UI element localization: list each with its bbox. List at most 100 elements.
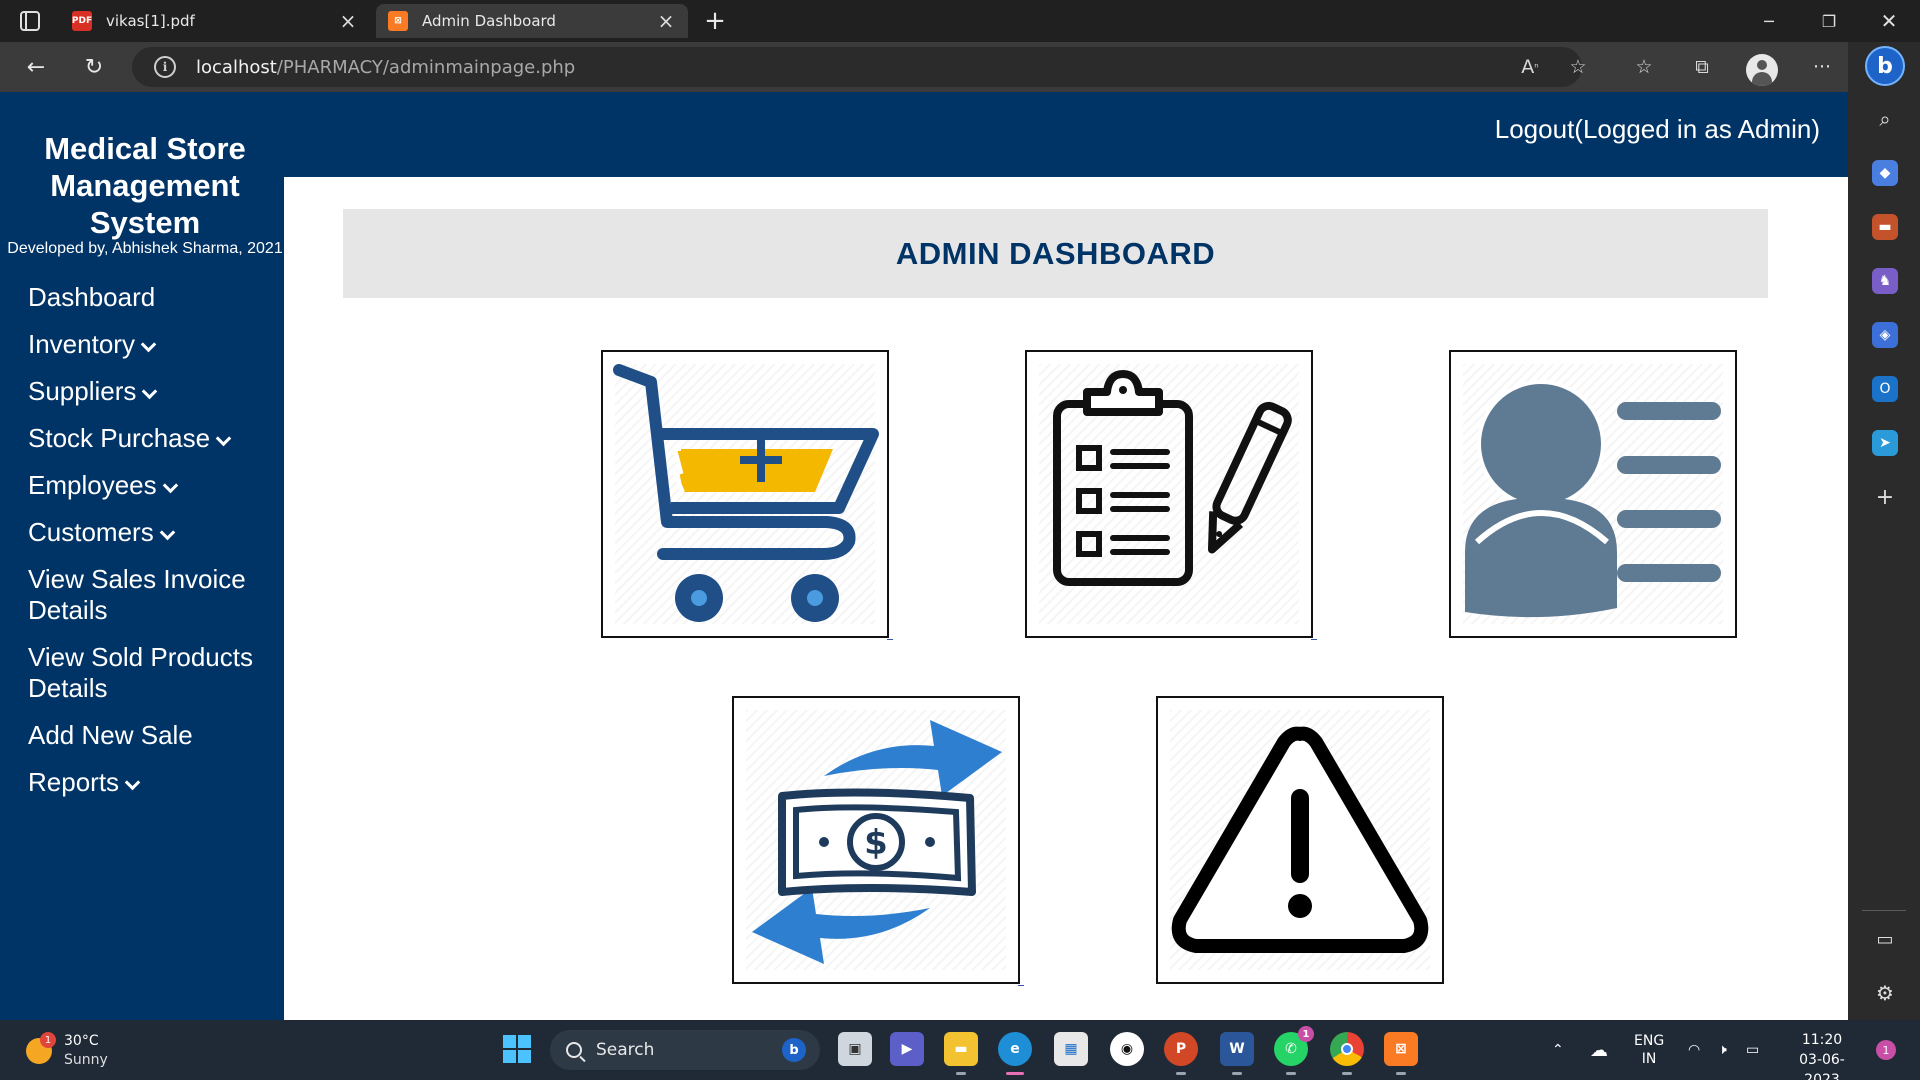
new-tab-icon[interactable]: + xyxy=(700,6,730,36)
edge-sidebar: b ⌕ ◆ ▬ ♞ ◈ O ➤ + ▭ ⚙ xyxy=(1848,42,1920,1020)
onedrive-icon[interactable]: ☁ xyxy=(1590,1020,1608,1080)
web-page: Logout(Logged in as Admin) Medical Store… xyxy=(0,92,1848,1020)
profile-avatar[interactable] xyxy=(1746,54,1778,86)
language-indicator[interactable]: ENG IN xyxy=(1634,1020,1664,1080)
task-view-icon[interactable]: ▣ xyxy=(838,1032,872,1066)
search-placeholder: Search xyxy=(596,1040,655,1060)
show-hidden-icons[interactable]: ⌃ xyxy=(1552,1020,1564,1080)
developer-credit: Developed by, Abhishek Sharma, 2021 xyxy=(7,240,283,257)
refresh-icon[interactable]: ↻ xyxy=(78,51,110,83)
minimize-icon[interactable]: ─ xyxy=(1740,0,1798,42)
sidebar-item-label: View Sales Invoice Details xyxy=(28,564,246,625)
xampp-icon[interactable]: ⊠ xyxy=(1384,1032,1418,1075)
word-icon[interactable]: W xyxy=(1220,1032,1254,1075)
language-code: ENG xyxy=(1634,1033,1665,1049)
tools-icon[interactable]: ▬ xyxy=(1872,214,1898,240)
info-icon[interactable]: i xyxy=(154,56,176,78)
address-bar[interactable]: i localhost/PHARMACY/adminmainpage.php xyxy=(132,47,1582,87)
sidebar-item-label: Employees xyxy=(28,470,157,500)
more-options-icon[interactable]: ··· xyxy=(1806,51,1838,83)
sidebar-item-label: Reports xyxy=(28,767,120,797)
wifi-icon[interactable]: ◠ xyxy=(1688,1020,1700,1080)
url-host: localhost xyxy=(196,56,277,78)
sidebar-item-label: View Sold Products Details xyxy=(28,642,253,703)
microsoft-365-icon[interactable]: ◈ xyxy=(1872,322,1898,348)
shopping-cart-add-icon xyxy=(613,364,879,622)
close-icon[interactable]: × xyxy=(656,9,676,33)
sidebar-item-label: Dashboard xyxy=(28,282,156,312)
settings-gear-icon[interactable]: ⚙ xyxy=(1872,980,1898,1006)
add-icon[interactable]: + xyxy=(1872,484,1898,510)
restore-icon[interactable]: ❐ xyxy=(1800,0,1858,42)
chevron-down-icon xyxy=(159,524,175,541)
favorites-icon[interactable]: ☆ xyxy=(1628,51,1660,83)
sidebar-item-dashboard[interactable]: Dashboard xyxy=(28,282,278,313)
close-icon[interactable]: × xyxy=(338,9,358,33)
battery-icon[interactable]: ▭ xyxy=(1746,1020,1759,1080)
microsoft-store-icon[interactable]: ▦ xyxy=(1054,1032,1088,1066)
tile-alerts[interactable] xyxy=(1156,696,1444,984)
volume-muted-icon[interactable]: 🕨 xyxy=(1718,1020,1727,1080)
shopping-tag-icon[interactable]: ◆ xyxy=(1872,160,1898,186)
notification-badge[interactable]: 1 xyxy=(1876,1040,1896,1060)
weather-widget[interactable]: 1 30°C Sunny xyxy=(26,1030,156,1072)
tab-pdf[interactable]: PDF vikas[1].pdf × xyxy=(60,4,370,38)
tab-admin-dashboard[interactable]: ⊠ Admin Dashboard × xyxy=(376,4,688,38)
add-favorite-icon[interactable]: ☆ xyxy=(1562,51,1594,83)
side-navigation: Medical Store Management System Develope… xyxy=(0,92,284,1020)
sidebar-item-add-new-sale[interactable]: Add New Sale xyxy=(28,720,278,751)
link-underline xyxy=(1018,985,1024,986)
back-icon[interactable]: ← xyxy=(20,51,52,83)
chevron-down-icon xyxy=(140,336,157,353)
url-path: /PHARMACY/adminmainpage.php xyxy=(276,56,576,78)
whatsapp-icon[interactable]: ✆ 1 xyxy=(1274,1026,1314,1075)
logout-link[interactable]: Logout(Logged in as Admin) xyxy=(1495,114,1820,145)
edge-browser-icon[interactable]: e xyxy=(998,1032,1032,1075)
chrome-icon[interactable] xyxy=(1330,1032,1364,1075)
collections-icon[interactable]: ⧉ xyxy=(1686,51,1718,83)
outlook-icon[interactable]: O xyxy=(1872,376,1898,402)
clock-time: 11:20 xyxy=(1801,1032,1843,1048)
tile-inventory-list[interactable] xyxy=(1025,350,1317,640)
sidebar-item-inventory[interactable]: Inventory xyxy=(28,329,278,360)
system-clock[interactable]: 11:20 03-06-2023 xyxy=(1784,1030,1860,1080)
weather-temp: 30°C xyxy=(64,1033,99,1049)
sidebar-item-suppliers[interactable]: Suppliers xyxy=(28,376,278,407)
sidebar-item-employees[interactable]: Employees xyxy=(28,470,278,501)
close-window-icon[interactable]: ✕ xyxy=(1860,0,1918,42)
file-explorer-icon[interactable]: ▬ xyxy=(944,1032,978,1075)
tile-add-to-cart[interactable] xyxy=(601,350,893,640)
sidebar-item-reports[interactable]: Reports xyxy=(28,767,278,798)
sidebar-item-view-sales-invoice-details[interactable]: View Sales Invoice Details xyxy=(28,564,278,626)
drop-icon[interactable]: ➤ xyxy=(1872,430,1898,456)
money-exchange-icon: $ xyxy=(752,720,1002,964)
games-icon[interactable]: ♞ xyxy=(1872,268,1898,294)
xampp-icon: ⊠ xyxy=(388,11,408,31)
hide-sidebar-icon[interactable]: ▭ xyxy=(1872,926,1898,952)
chevron-down-icon xyxy=(142,383,158,400)
search-icon[interactable]: ⌕ xyxy=(1872,106,1898,132)
sidebar-item-label: Stock Purchase xyxy=(28,423,211,453)
sidebar-item-stock-purchase[interactable]: Stock Purchase xyxy=(28,423,278,454)
tile-user-profile[interactable] xyxy=(1449,350,1737,638)
chevron-down-icon xyxy=(124,774,141,791)
sidebar-item-customers[interactable]: Customers xyxy=(28,517,278,548)
github-icon[interactable]: ◉ xyxy=(1110,1032,1144,1066)
start-button[interactable] xyxy=(500,1032,534,1066)
sidebar-item-label: Customers xyxy=(28,517,154,547)
sidebar-item-label: Inventory xyxy=(28,329,135,359)
tile-sales-money[interactable]: $ xyxy=(732,696,1024,986)
clipboard-checklist-icon xyxy=(1053,370,1292,586)
tab-actions-icon[interactable] xyxy=(16,9,44,33)
search-icon xyxy=(566,1042,582,1058)
chevron-down-icon xyxy=(215,430,232,447)
link-underline xyxy=(1311,639,1317,640)
teams-chat-icon[interactable]: ▶ xyxy=(890,1032,924,1066)
bing-copilot-icon[interactable]: b xyxy=(1865,46,1905,86)
read-aloud-icon[interactable]: Aⁿ xyxy=(1514,51,1546,83)
page-title: ADMIN DASHBOARD xyxy=(895,235,1216,271)
taskbar-search[interactable]: Search b xyxy=(550,1030,820,1070)
sidebar-item-view-sold-products-details[interactable]: View Sold Products Details xyxy=(28,642,278,704)
powerpoint-icon[interactable]: P xyxy=(1164,1032,1198,1075)
sidebar-menu: Dashboard Inventory Suppliers Stock Purchas… xyxy=(28,282,278,814)
